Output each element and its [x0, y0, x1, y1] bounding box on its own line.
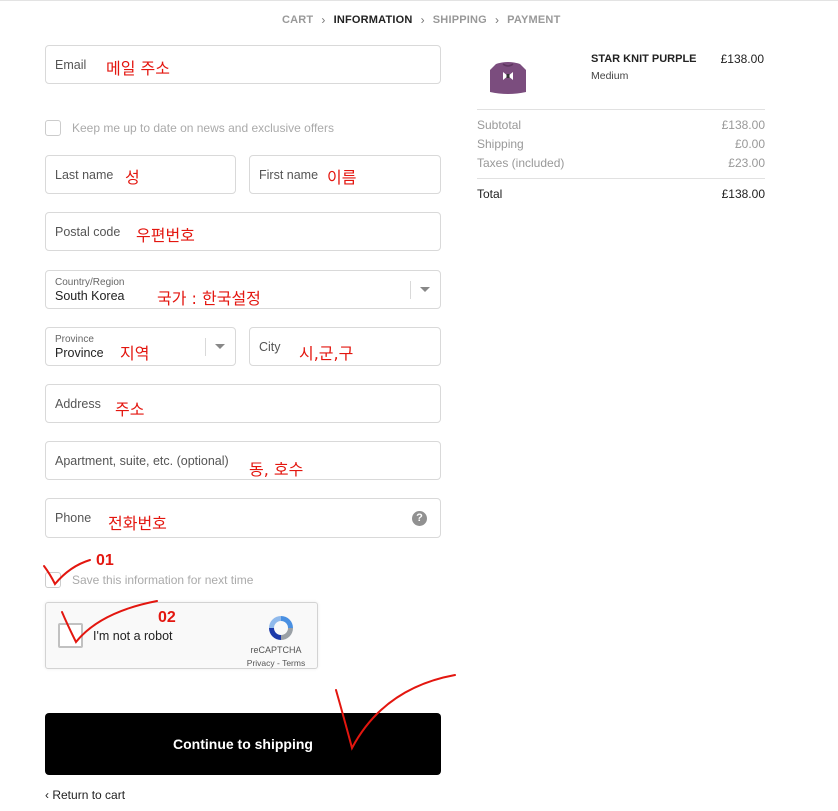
breadcrumb-payment: PAYMENT [507, 14, 561, 26]
postal-code-field[interactable]: Postal code [45, 212, 441, 251]
chevron-right-icon: › [420, 13, 425, 27]
subtotal-label: Subtotal [477, 118, 522, 132]
recaptcha-links[interactable]: Privacy - Terms [236, 658, 316, 668]
phone-placeholder: Phone [55, 511, 92, 525]
breadcrumb-information: INFORMATION [333, 14, 413, 26]
save-info-label: Save this information for next time [72, 573, 254, 587]
email-field[interactable]: Email [45, 45, 441, 84]
chevron-right-icon: › [494, 13, 500, 27]
city-placeholder: City [259, 340, 281, 354]
first-name-annotation: 이름 [327, 168, 357, 187]
product-name: STAR KNIT PURPLE [591, 53, 697, 65]
taxes-label: Taxes (included) [477, 156, 565, 170]
product-variant: Medium [591, 70, 629, 82]
continue-to-shipping-button[interactable]: Continue to shipping [45, 713, 441, 775]
breadcrumb-cart[interactable]: CART [282, 14, 313, 26]
postal-code-annotation: 우편번호 [136, 226, 195, 245]
apartment-annotation: 동, 호수 [249, 460, 304, 479]
newsletter-label: Keep me up to date on news and exclusive… [72, 121, 334, 135]
recaptcha-checkbox[interactable] [58, 623, 83, 648]
city-annotation: 시,군,구 [299, 344, 354, 363]
shipping-row: Shipping £0.00 [477, 137, 765, 151]
subtotal-row: Subtotal £138.00 [477, 118, 765, 132]
total-value: £138.00 [721, 187, 765, 201]
subtotal-value: £138.00 [721, 118, 765, 132]
recaptcha-brand: reCAPTCHA [250, 645, 302, 655]
top-border [0, 0, 838, 1]
breadcrumb: CART › INFORMATION › SHIPPING › PAYMENT [282, 13, 561, 27]
postal-code-placeholder: Postal code [55, 225, 121, 239]
recaptcha-widget: I'm not a robot reCAPTCHA Privacy - Term… [45, 602, 318, 669]
return-to-cart-link[interactable]: ‹ Return to cart [45, 788, 125, 802]
first-name-placeholder: First name [259, 168, 319, 182]
shipping-label: Shipping [477, 137, 524, 151]
annotation-number-01: 01 [96, 552, 114, 569]
province-value: Province [55, 346, 104, 360]
last-name-placeholder: Last name [55, 168, 114, 182]
country-label: Country/Region [55, 277, 125, 288]
country-annotation: 국가 : 한국설정 [157, 289, 261, 308]
save-info-checkbox[interactable] [45, 572, 61, 588]
country-value: South Korea [55, 289, 125, 303]
taxes-value: £23.00 [728, 156, 765, 170]
apartment-field[interactable]: Apartment, suite, etc. (optional) [45, 441, 441, 480]
return-label: Return to cart [52, 788, 126, 802]
taxes-row: Taxes (included) £23.00 [477, 156, 765, 170]
product-price: £138.00 [720, 52, 764, 66]
recaptcha-label: I'm not a robot [93, 629, 173, 643]
recaptcha-logo-icon [269, 616, 293, 640]
select-divider [205, 338, 206, 356]
product-thumbnail [490, 62, 526, 94]
email-placeholder: Email [55, 58, 87, 72]
newsletter-checkbox[interactable] [45, 120, 61, 136]
last-name-field[interactable]: Last name [45, 155, 236, 194]
address-annotation: 주소 [115, 400, 145, 419]
chevron-left-icon: ‹ [45, 788, 49, 802]
phone-field[interactable]: Phone ? [45, 498, 441, 538]
select-divider [410, 281, 411, 299]
email-annotation: 메일 주소 [106, 59, 170, 78]
chevron-down-icon [215, 344, 225, 349]
province-annotation: 지역 [120, 344, 150, 363]
save-info-row[interactable]: Save this information for next time [45, 572, 253, 588]
phone-annotation: 전화번호 [108, 514, 167, 533]
address-field[interactable]: Address [45, 384, 441, 423]
province-label: Province [55, 334, 94, 345]
address-placeholder: Address [55, 397, 101, 411]
last-name-annotation: 성 [125, 168, 140, 187]
total-label: Total [477, 187, 503, 201]
summary-divider [477, 178, 765, 179]
chevron-right-icon: › [321, 13, 326, 27]
summary-divider [477, 109, 765, 110]
apartment-placeholder: Apartment, suite, etc. (optional) [55, 454, 229, 468]
continue-label: Continue to shipping [173, 736, 313, 752]
chevron-down-icon [420, 287, 430, 292]
total-row: Total £138.00 [477, 187, 765, 201]
breadcrumb-shipping: SHIPPING [432, 14, 487, 26]
question-icon[interactable]: ? [412, 511, 427, 526]
annotation-number-02: 02 [158, 609, 176, 626]
shipping-value: £0.00 [734, 137, 765, 151]
newsletter-row[interactable]: Keep me up to date on news and exclusive… [45, 120, 334, 136]
